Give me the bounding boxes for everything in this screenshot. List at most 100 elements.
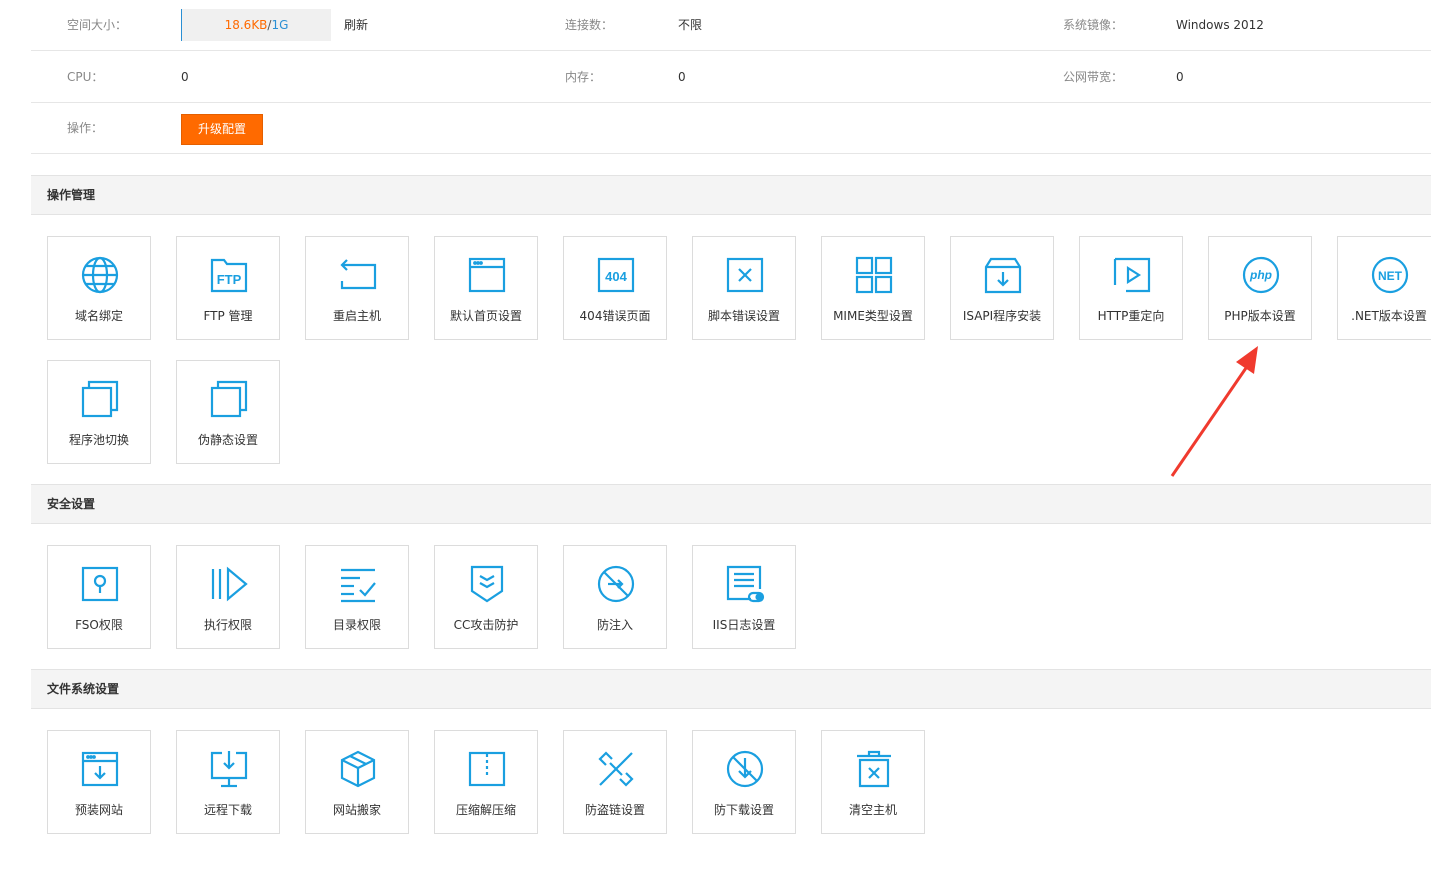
php-icon: php — [1242, 256, 1280, 294]
tile-label: 默认首页设置 — [449, 309, 522, 323]
tile-label: IIS日志设置 — [712, 618, 776, 632]
tile-app-pool[interactable]: 程序池切换 — [47, 360, 151, 464]
cpu-label: CPU： — [67, 70, 104, 84]
os-image-value: Windows 2012 — [1176, 18, 1264, 32]
section-title-security: 安全设置 — [31, 484, 1431, 524]
memory-value: 0 — [678, 70, 686, 84]
tile-isapi-install[interactable]: ISAPI程序安装 — [950, 236, 1054, 340]
refresh-link[interactable]: 刷新 — [344, 0, 368, 51]
tile-script-error[interactable]: 脚本错误设置 — [692, 236, 796, 340]
tile-iis-log[interactable]: IIS日志设置 — [692, 545, 796, 649]
redirect-play-icon — [1113, 257, 1151, 293]
bandwidth-value: 0 — [1176, 70, 1184, 84]
anti-injection-icon — [597, 565, 635, 603]
tile-label: 重启主机 — [332, 309, 381, 323]
svg-text:php: php — [1249, 268, 1272, 282]
info-row-space: 空间大小： 18.6KB/1G 刷新 连接数： 不限 系统镜像： Windows… — [31, 0, 1431, 51]
tile-label: 目录权限 — [332, 618, 381, 632]
log-toggle-icon — [726, 565, 765, 603]
tile-label: MIME类型设置 — [833, 309, 913, 323]
tile-label: 404错误页面 — [579, 309, 651, 323]
tile-zip-unzip[interactable]: 压缩解压缩 — [434, 730, 538, 834]
tile-mime-type[interactable]: MIME类型设置 — [821, 236, 925, 340]
os-image-label: 系统镜像： — [1063, 18, 1124, 32]
section-title-files: 文件系统设置 — [31, 669, 1431, 709]
tile-label: 网站搬家 — [332, 803, 381, 817]
tile-label: FTP 管理 — [203, 309, 253, 323]
tile-clear-host[interactable]: 清空主机 — [821, 730, 925, 834]
tile-label: .NET版本设置 — [1351, 309, 1427, 323]
tile-remote-download[interactable]: 远程下载 — [176, 730, 280, 834]
hotlink-icon — [598, 751, 634, 787]
app-pool-icon — [81, 380, 119, 418]
script-error-icon — [726, 257, 764, 293]
tile-execute-permission[interactable]: 执行权限 — [176, 545, 280, 649]
connections-value: 不限 — [678, 18, 703, 32]
svg-text:404: 404 — [605, 269, 627, 284]
tile-label: 预装网站 — [74, 803, 123, 817]
space-used-value: 18.6KB — [224, 18, 268, 32]
tile-anti-download[interactable]: 防下载设置 — [692, 730, 796, 834]
tile-label: CC攻击防护 — [453, 618, 519, 632]
tile-domain-binding[interactable]: 域名绑定 — [47, 236, 151, 340]
grid-icon — [855, 256, 893, 294]
package-icon — [340, 750, 376, 788]
cpu-value: 0 — [181, 70, 189, 84]
tile-dotnet-version[interactable]: NET .NET版本设置 — [1337, 236, 1431, 340]
tile-label: ISAPI程序安装 — [962, 309, 1042, 323]
info-row-cpu: CPU： 0 内存： 0 公网带宽： 0 — [31, 52, 1431, 103]
section-title-ops: 操作管理 — [31, 175, 1431, 215]
tile-404-page[interactable]: 404 404错误页面 — [563, 236, 667, 340]
space-usage-box: 18.6KB/1G — [181, 9, 331, 41]
tile-label: 防注入 — [596, 618, 633, 632]
shield-icon — [470, 565, 504, 603]
info-row-operation: 操作： 升级配置 — [31, 103, 1431, 154]
tile-fso-permission[interactable]: FSO权限 — [47, 545, 151, 649]
bandwidth-label: 公网带宽： — [1063, 70, 1124, 84]
restart-icon — [340, 259, 377, 290]
svg-text:NET: NET — [1378, 269, 1403, 283]
lock-icon — [81, 566, 119, 602]
tile-rewrite[interactable]: 伪静态设置 — [176, 360, 280, 464]
tile-label: 清空主机 — [848, 803, 897, 817]
upgrade-config-button[interactable]: 升级配置 — [181, 114, 263, 145]
tile-label: HTTP重定向 — [1097, 309, 1165, 323]
no-download-icon — [726, 750, 764, 788]
tile-label: 执行权限 — [203, 618, 252, 632]
tile-preinstall-site[interactable]: 预装网站 — [47, 730, 151, 834]
space-total-value: 1G — [271, 18, 289, 32]
globe-icon — [81, 256, 119, 294]
tile-site-migration[interactable]: 网站搬家 — [305, 730, 409, 834]
tile-label: 防下载设置 — [713, 803, 774, 817]
tile-http-redirect[interactable]: HTTP重定向 — [1079, 236, 1183, 340]
tile-php-version[interactable]: php PHP版本设置 — [1208, 236, 1312, 340]
tile-directory-permission[interactable]: 目录权限 — [305, 545, 409, 649]
tile-cc-protection[interactable]: CC攻击防护 — [434, 545, 538, 649]
install-box-icon — [984, 257, 1022, 294]
dotnet-icon: NET — [1371, 256, 1409, 294]
browser-window-icon — [468, 257, 506, 293]
space-label: 空间大小： — [67, 18, 128, 32]
memory-label: 内存： — [565, 70, 602, 84]
tile-restart-host[interactable]: 重启主机 — [305, 236, 409, 340]
preinstall-icon — [81, 751, 119, 787]
directory-check-icon — [341, 568, 376, 603]
tile-label: 程序池切换 — [68, 433, 129, 447]
tile-label: 远程下载 — [203, 803, 252, 817]
tile-default-homepage[interactable]: 默认首页设置 — [434, 236, 538, 340]
tile-anti-hotlink[interactable]: 防盗链设置 — [563, 730, 667, 834]
execute-icon — [211, 566, 248, 602]
tile-label: 域名绑定 — [74, 309, 123, 323]
tile-label: PHP版本设置 — [1224, 309, 1296, 323]
rewrite-icon — [210, 380, 248, 418]
tile-label: 脚本错误设置 — [707, 309, 780, 323]
tile-label: 防盗链设置 — [584, 803, 645, 817]
remote-download-icon — [210, 751, 248, 788]
tile-label: 伪静态设置 — [197, 433, 258, 447]
tile-label: FSO权限 — [75, 618, 123, 632]
ftp-folder-icon: FTP — [210, 258, 248, 293]
zip-icon — [468, 751, 506, 787]
trash-icon — [857, 750, 891, 788]
tile-ftp[interactable]: FTP FTP 管理 — [176, 236, 280, 340]
tile-anti-injection[interactable]: 防注入 — [563, 545, 667, 649]
